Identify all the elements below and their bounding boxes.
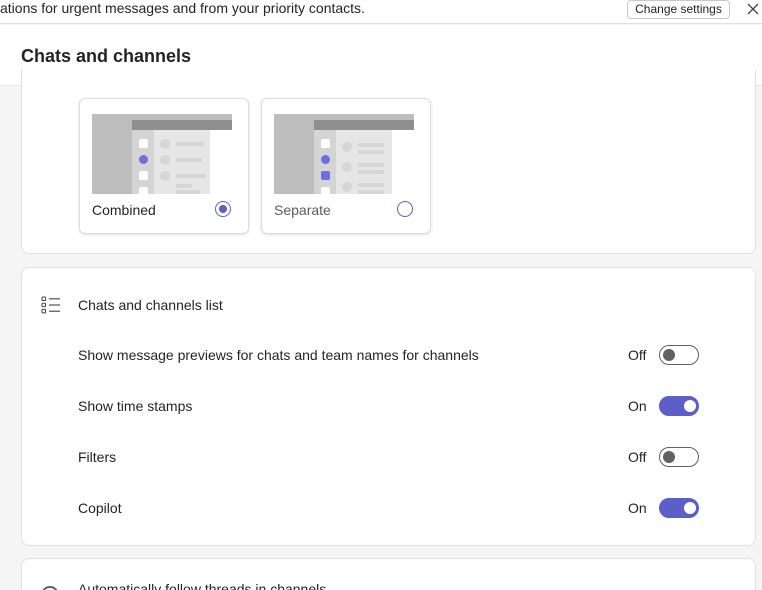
chats-list-card: Chats and channels list Show message pre… (21, 267, 756, 546)
settings-page: ations for urgent messages and from your… (0, 0, 762, 590)
toggle-state-text: Off (628, 449, 647, 465)
combined-preview-image (92, 114, 232, 194)
copilot-toggle[interactable] (659, 498, 699, 518)
layout-card: Combined Separate (21, 70, 756, 254)
banner-text: ations for urgent messages and from your… (0, 0, 365, 16)
setting-row-copilot: Copilot On (22, 496, 755, 520)
change-settings-button[interactable]: Change settings (627, 0, 730, 19)
chats-list-title: Chats and channels list (78, 297, 223, 313)
bullet-list-icon (41, 296, 61, 314)
follow-threads-title: Automatically follow threads in channels (78, 581, 327, 590)
toggle-state-text: On (628, 398, 647, 414)
setting-label: Copilot (78, 500, 122, 516)
toggle-state-text: On (628, 500, 647, 516)
setting-row-filters: Filters Off (22, 445, 755, 469)
combined-label: Combined (92, 202, 156, 218)
follow-threads-icon (41, 586, 59, 590)
time-stamps-toggle[interactable] (659, 396, 699, 416)
separate-radio[interactable] (397, 201, 413, 217)
separate-label: Separate (274, 202, 331, 218)
setting-label: Filters (78, 449, 117, 465)
filters-toggle[interactable] (659, 447, 699, 467)
layout-option-combined[interactable]: Combined (79, 98, 249, 234)
setting-row-message-previews: Show message previews for chats and team… (22, 343, 755, 367)
close-icon[interactable] (744, 0, 762, 18)
setting-row-time-stamps: Show time stamps On (22, 394, 755, 418)
layout-option-separate[interactable]: Separate (261, 98, 431, 234)
separate-preview-image (274, 114, 414, 194)
toggle-state-text: Off (628, 347, 647, 363)
setting-label: Show message previews for chats and team… (78, 347, 479, 363)
message-previews-toggle[interactable] (659, 345, 699, 365)
setting-label: Show time stamps (78, 398, 193, 414)
page-title: Chats and channels (21, 46, 192, 66)
combined-radio[interactable] (215, 201, 231, 217)
follow-threads-card: Automatically follow threads in channels (21, 558, 756, 590)
notification-banner: ations for urgent messages and from your… (0, 0, 762, 24)
